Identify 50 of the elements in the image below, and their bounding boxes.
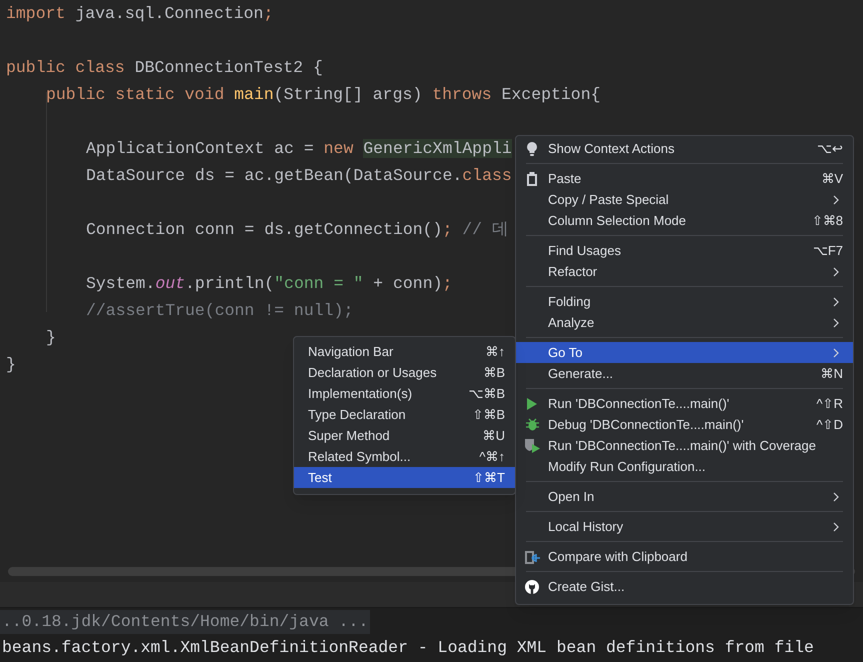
code-line: public class DBConnectionTest2 { xyxy=(6,58,323,78)
menu-item[interactable]: Declaration or Usages ⌘B xyxy=(294,362,515,383)
clipboard-arrow-icon xyxy=(524,549,540,564)
menu-item[interactable]: Generate... ⌘N xyxy=(516,363,853,384)
code-line: System.out.println("conn = " + conn); xyxy=(86,274,452,294)
menu-item[interactable]: Test ⇧⌘T xyxy=(294,467,515,488)
menu-item[interactable]: Run 'DBConnectionTe....main()' ^⇧R xyxy=(516,393,853,414)
menu-item[interactable]: Implementation(s) ⌥⌘B xyxy=(294,383,515,404)
chevron-right-icon xyxy=(833,318,839,328)
code-line: ApplicationContext ac = new GenericXmlAppli xyxy=(86,138,512,158)
menu-item[interactable]: Local History xyxy=(516,516,853,537)
menu-item[interactable]: Copy / Paste Special xyxy=(516,189,853,210)
menu-item[interactable]: Navigation Bar ⌘↑ xyxy=(294,341,515,362)
chevron-right-icon xyxy=(833,348,839,358)
shield-play-icon xyxy=(524,438,540,453)
chevron-right-icon xyxy=(833,296,839,306)
console-line: beans.factory.xml.XmlBeanDefinitionReader - Loading XML bean definitions from file xyxy=(1,636,815,659)
play-icon xyxy=(526,398,538,410)
menu-item[interactable]: Run 'DBConnectionTe....main()' with Coverage xyxy=(516,435,853,456)
code-line: import java.sql.Connection; xyxy=(6,4,274,24)
menu-item[interactable]: Super Method ⌘U xyxy=(294,425,515,446)
code-line: DataSource ds = ac.getBean(DataSource.class xyxy=(86,166,512,186)
menu-item[interactable]: Find Usages ⌥F7 xyxy=(516,240,853,261)
chevron-right-icon xyxy=(833,194,839,204)
chevron-right-icon xyxy=(833,492,839,502)
bug-icon xyxy=(526,418,538,431)
chevron-right-icon xyxy=(833,266,839,276)
code-line: } xyxy=(6,354,16,374)
code-line: Connection conn = ds.getConnection(); // 데 xyxy=(86,220,509,240)
code-line: } xyxy=(46,328,56,348)
menu-item[interactable]: Create Gist... xyxy=(516,576,853,597)
menu-item[interactable]: Refactor xyxy=(516,261,853,282)
clipboard-icon xyxy=(526,172,538,186)
menu-item[interactable]: Compare with Clipboard xyxy=(516,546,853,567)
menu-item[interactable]: Go To xyxy=(516,342,853,363)
menu-item[interactable]: Debug 'DBConnectionTe....main()' ^⇧D xyxy=(516,414,853,435)
octocat-icon xyxy=(525,580,539,594)
code-line: public static void main(String[] args) throws Exception{ xyxy=(46,84,601,104)
code-line: //assertTrue(conn != null); xyxy=(86,300,354,320)
menu-item[interactable]: Type Declaration ⇧⌘B xyxy=(294,404,515,425)
menu-item[interactable]: Analyze xyxy=(516,312,853,333)
menu-item[interactable]: Modify Run Configuration... xyxy=(516,456,853,477)
chevron-right-icon xyxy=(833,522,839,532)
menu-item[interactable]: Related Symbol... ^⌘↑ xyxy=(294,446,515,467)
menu-item[interactable]: Column Selection Mode ⇧⌘8 xyxy=(516,210,853,231)
menu-item[interactable]: Show Context Actions ⌥↩ xyxy=(516,138,853,159)
menu-item[interactable]: Folding xyxy=(516,291,853,312)
lightbulb-icon xyxy=(526,140,538,156)
menu-item[interactable]: Open In xyxy=(516,486,853,507)
menu-item[interactable]: Paste ⌘V xyxy=(516,168,853,189)
